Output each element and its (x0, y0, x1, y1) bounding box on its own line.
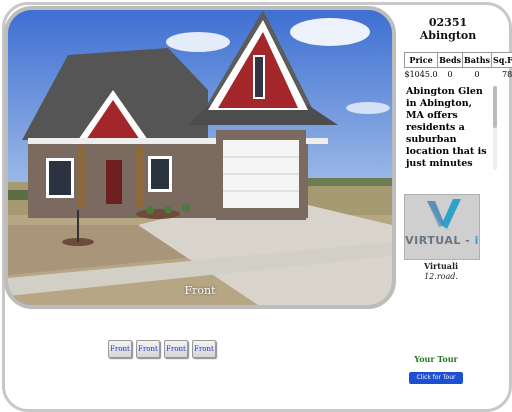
house-photo: Front (4, 6, 396, 309)
description-scrollbar[interactable] (493, 86, 497, 170)
v-logo-icon (427, 199, 461, 229)
stats-header-beds: Beds (437, 52, 464, 68)
provider-name: Virtuali (423, 261, 459, 271)
listing-stats-table: Price Beds Baths Sq.Feet $1045.0 0 0 780 (403, 52, 512, 81)
stats-header-price: Price (403, 52, 439, 68)
listing-description-box[interactable]: Abington Glen in Abington, MA offers res… (404, 86, 496, 170)
description-scrollbar-thumb[interactable] (493, 86, 497, 128)
stats-header-baths: Baths (462, 52, 493, 68)
provider-subtitle: 12.road. (424, 272, 458, 281)
tour-button[interactable]: Click for Tour (409, 372, 463, 384)
house-photo-image (8, 10, 392, 305)
thumbnail-button[interactable]: Front (108, 340, 132, 358)
stats-value-price: $1045.0 (404, 70, 438, 79)
provider-logo-text: VIRTUAL - i (405, 234, 479, 247)
listing-description: Abington Glen in Abington, MA offers res… (406, 86, 487, 169)
thumbnail-button[interactable]: Front (164, 340, 188, 358)
listing-summary: 02351 Abington (400, 10, 496, 42)
stats-value-sqfeet: 780 (502, 70, 512, 79)
photo-caption: Front (184, 284, 216, 297)
thumbnail-button[interactable]: Front (136, 340, 160, 358)
listing-address: 02351 Abington (419, 16, 477, 42)
stats-value-beds: 0 (447, 70, 453, 79)
provider-logo: VIRTUAL - i (404, 194, 480, 260)
photo-thumbnails: Front Front Front Front (108, 340, 216, 358)
tour-label: Your Tour (414, 354, 458, 364)
stats-header-sqfeet: Sq.Feet (491, 52, 512, 68)
thumbnail-button[interactable]: Front (192, 340, 216, 358)
provider-logo-text-accent: i (474, 234, 479, 247)
stats-value-baths: 0 (474, 70, 480, 79)
provider-logo-text-main: VIRTUAL - (405, 234, 475, 247)
